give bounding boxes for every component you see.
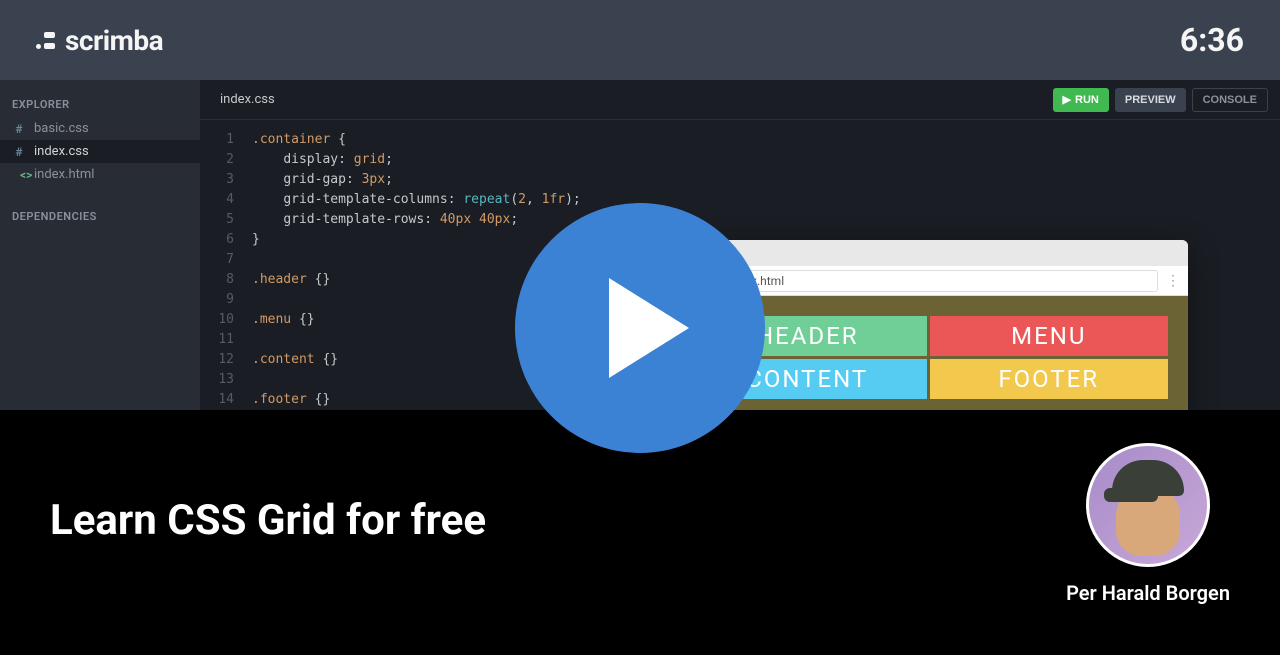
file-item-index-css[interactable]: # index.css bbox=[0, 140, 200, 163]
preview-button[interactable]: PREVIEW bbox=[1115, 88, 1186, 112]
grid-cell-footer: FOOTER bbox=[930, 359, 1169, 399]
app-header: scrimba 6:36 bbox=[0, 0, 1280, 80]
grid-cell-menu: MENU bbox=[930, 316, 1169, 356]
file-name: index.css bbox=[34, 144, 89, 159]
brand-text: scrimba bbox=[65, 24, 163, 57]
video-timer: 6:36 bbox=[1180, 21, 1244, 59]
explorer-heading: EXPLORER bbox=[0, 92, 200, 117]
line-number-gutter: 123456789101112131415 bbox=[200, 130, 244, 430]
html-file-icon: <> bbox=[12, 168, 26, 182]
scrimba-icon bbox=[36, 32, 55, 49]
instructor-block: Per Harald Borgen bbox=[1066, 443, 1230, 605]
brand-logo[interactable]: scrimba bbox=[36, 24, 163, 57]
play-icon bbox=[609, 278, 689, 378]
play-icon: ▶ bbox=[1063, 93, 1071, 106]
editor-actions: ▶ RUN PREVIEW CONSOLE bbox=[1053, 88, 1268, 112]
course-title: Learn CSS Grid for free bbox=[50, 496, 486, 545]
dependencies-heading: DEPENDENCIES bbox=[0, 204, 200, 229]
menu-dots-icon[interactable]: ⋮ bbox=[1166, 273, 1180, 289]
active-tab-label[interactable]: index.css bbox=[212, 92, 275, 107]
url-bar[interactable]: index.html bbox=[719, 270, 1158, 292]
play-video-button[interactable] bbox=[515, 203, 765, 453]
instructor-name: Per Harald Borgen bbox=[1066, 581, 1230, 605]
run-button[interactable]: ▶ RUN bbox=[1053, 88, 1109, 112]
file-item-basic-css[interactable]: # basic.css bbox=[0, 117, 200, 140]
css-file-icon: # bbox=[12, 122, 26, 136]
file-name: index.html bbox=[34, 167, 94, 182]
editor-tab-bar: index.css ▶ RUN PREVIEW CONSOLE bbox=[200, 80, 1280, 120]
file-name: basic.css bbox=[34, 121, 89, 136]
instructor-avatar[interactable] bbox=[1086, 443, 1210, 567]
console-button[interactable]: CONSOLE bbox=[1192, 88, 1268, 112]
css-file-icon: # bbox=[12, 145, 26, 159]
file-item-index-html[interactable]: <> index.html bbox=[0, 163, 200, 186]
